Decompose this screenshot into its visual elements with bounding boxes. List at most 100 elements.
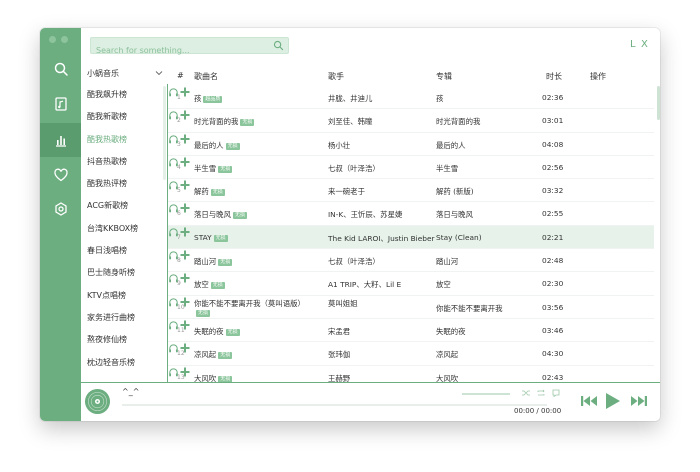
song-title[interactable]: STAY 无损	[194, 233, 228, 242]
search-icon[interactable]	[273, 40, 284, 51]
quality-badge: 无损	[240, 119, 255, 127]
song-album[interactable]: Stay (Clean)	[436, 233, 482, 242]
song-row[interactable]: 10 你能不能不要离开我（莫叫语版） 无损 莫叫姐姐 你能不能不要离开我 03:56	[168, 296, 654, 319]
song-singer[interactable]: 来一碗老于	[328, 186, 365, 197]
repeat-icon[interactable]	[536, 388, 546, 398]
song-singer[interactable]: 井胧、井迪儿	[328, 93, 372, 104]
rank-item[interactable]: 春日浅唱榜	[81, 240, 167, 262]
rank-item[interactable]: 熬夜修仙榜	[81, 329, 167, 351]
album-disc-icon[interactable]	[84, 388, 111, 415]
song-title[interactable]: 孩超品质	[194, 93, 223, 104]
song-row[interactable]: 8 踏山河 无损 七叔（叶泽浩） 踏山河 02:48	[168, 249, 654, 273]
quality-badge: 无损	[232, 212, 247, 220]
song-album[interactable]: 落日与晚风	[436, 209, 473, 220]
rank-item[interactable]: 抖音热歌榜	[81, 151, 167, 173]
song-title[interactable]: 你能不能不要离开我（莫叫语版） 无损	[194, 299, 305, 317]
close-dot[interactable]	[49, 36, 56, 43]
rank-item[interactable]: ACG新歌榜	[81, 195, 167, 217]
song-title-text: 半生雪	[194, 163, 217, 173]
song-singer[interactable]: 七叔（叶泽浩）	[328, 256, 380, 267]
song-duration: 02:56	[542, 162, 564, 172]
previous-icon[interactable]	[580, 394, 598, 408]
song-album[interactable]: 孩	[436, 93, 443, 104]
song-index: 9	[177, 280, 181, 288]
song-row[interactable]: 11 失眠的夜 无损 宋孟君 失眠的夜 03:46	[168, 319, 654, 343]
rank-item[interactable]: 酷我热评榜	[81, 173, 167, 195]
rail-charts-button[interactable]	[40, 123, 81, 157]
rail-music-button[interactable]	[40, 87, 81, 121]
song-album[interactable]: 最后的人	[436, 140, 466, 151]
quality-badge: 无损	[210, 189, 225, 197]
close-button[interactable]: X	[641, 39, 648, 50]
song-title[interactable]: 失眠的夜 无损	[194, 326, 240, 337]
rail-settings-button[interactable]	[40, 192, 81, 226]
song-title[interactable]: 落日与晚风 无损	[194, 209, 247, 220]
now-playing-title: ^_^	[122, 387, 140, 396]
song-index: 8	[177, 257, 181, 265]
song-row[interactable]: 3 最后的人 无损 杨小壮 最后的人 04:08	[168, 133, 654, 156]
rank-item[interactable]: 酷我新歌榜	[81, 106, 167, 128]
song-row[interactable]: 12 凉风起 无损 张玮伽 凉风起 04:30	[168, 342, 654, 366]
song-title[interactable]: 大风吹 无损	[194, 373, 233, 382]
song-singer[interactable]: 王赫野	[328, 373, 350, 382]
song-title[interactable]: 半生雪 无损	[194, 163, 233, 174]
song-album[interactable]: 踏山河	[436, 256, 458, 267]
shuffle-icon[interactable]	[521, 388, 531, 398]
rail-search-button[interactable]	[40, 52, 81, 86]
song-row[interactable]: 13 大风吹 无损 王赫野 大风吹 02:43	[168, 366, 654, 382]
song-title[interactable]: 踏山河 无损	[194, 256, 233, 267]
song-title-text: 解药	[194, 187, 209, 197]
rank-item[interactable]: 枕边轻音乐榜	[81, 352, 167, 374]
song-singer[interactable]: 张玮伽	[328, 349, 350, 360]
song-title[interactable]: 时光背面的我 无损	[194, 116, 255, 127]
volume-slider[interactable]	[462, 393, 510, 395]
rail-favorites-button[interactable]	[40, 158, 81, 192]
song-row[interactable]: 9 放空 无损 A1 TRIP、大籽、Lil E 放空 02:30	[168, 272, 654, 296]
song-singer[interactable]: IN-K、王忻辰、苏星婕	[328, 209, 402, 220]
song-row[interactable]: 1 孩超品质 井胧、井迪儿孩 02:36	[168, 86, 654, 110]
rank-item[interactable]: 酷我热歌榜	[81, 129, 167, 151]
play-icon[interactable]	[605, 392, 621, 410]
rank-item[interactable]: 酷我飙升榜	[81, 84, 167, 106]
progress-bar[interactable]	[122, 404, 547, 406]
song-index: 2	[177, 117, 181, 125]
song-title[interactable]: 最后的人 无损	[194, 140, 240, 151]
song-album[interactable]: 放空	[436, 279, 451, 290]
rank-list-scrollbar[interactable]	[163, 86, 166, 180]
song-row[interactable]: 2 时光背面的我 无损 刘至佳、韩瞳 时光背面的我 03:01	[168, 109, 654, 133]
minimize-button[interactable]: L	[630, 39, 636, 50]
song-album[interactable]: 解药 (新版)	[436, 186, 474, 197]
song-album[interactable]: 半生雪	[436, 163, 458, 174]
song-row[interactable]: 5 解药 无损 来一碗老于 解药 (新版) 03:32	[168, 179, 654, 203]
lyrics-icon[interactable]	[551, 388, 561, 398]
song-album[interactable]: 失眠的夜	[436, 326, 466, 337]
rank-item[interactable]: KTV点唱榜	[81, 285, 167, 307]
rank-item[interactable]: 台湾KKBOX榜	[81, 218, 167, 240]
song-row[interactable]: 4 半生雪 无损 七叔（叶泽浩） 半生雪 02:56	[168, 156, 654, 180]
song-singer[interactable]: A1 TRIP、大籽、Lil E	[328, 279, 401, 290]
song-album[interactable]: 大风吹	[436, 373, 458, 382]
song-album[interactable]: 时光背面的我	[436, 116, 480, 127]
rank-item[interactable]: 巴士随身听榜	[81, 262, 167, 284]
song-singer[interactable]: 杨小壮	[328, 140, 350, 151]
song-singer[interactable]: 莫叫姐姐	[328, 299, 428, 308]
song-album[interactable]: 你能不能不要离开我	[436, 303, 503, 314]
song-title[interactable]: 凉风起 无损	[194, 349, 233, 360]
song-singer[interactable]: 刘至佳、韩瞳	[328, 116, 372, 127]
rank-item[interactable]: 家务进行曲榜	[81, 307, 167, 329]
song-table-scrollbar[interactable]	[657, 86, 660, 120]
song-singer[interactable]: 七叔（叶泽浩）	[328, 163, 380, 174]
song-singer[interactable]: 宋孟君	[328, 326, 350, 337]
song-title-text: 失眠的夜	[194, 326, 224, 336]
song-row[interactable]: 7 STAY 无损 The Kid LAROI、Justin Bieber Stay (…	[168, 225, 654, 250]
song-title[interactable]: 解药 无损	[194, 186, 225, 197]
time-current: 00:00	[514, 407, 535, 415]
song-album[interactable]: 凉风起	[436, 349, 458, 360]
minimize-dot[interactable]	[61, 36, 68, 43]
search-input[interactable]	[91, 43, 288, 58]
song-row[interactable]: 6 落日与晚风 无损 IN-K、王忻辰、苏星婕 落日与晚风 02:55	[168, 202, 654, 226]
song-singer[interactable]: The Kid LAROI、Justin Bieber	[328, 233, 435, 244]
source-select[interactable]: 小蜗音乐	[87, 68, 163, 82]
next-icon[interactable]	[630, 394, 648, 408]
song-title[interactable]: 放空 无损	[194, 279, 225, 290]
